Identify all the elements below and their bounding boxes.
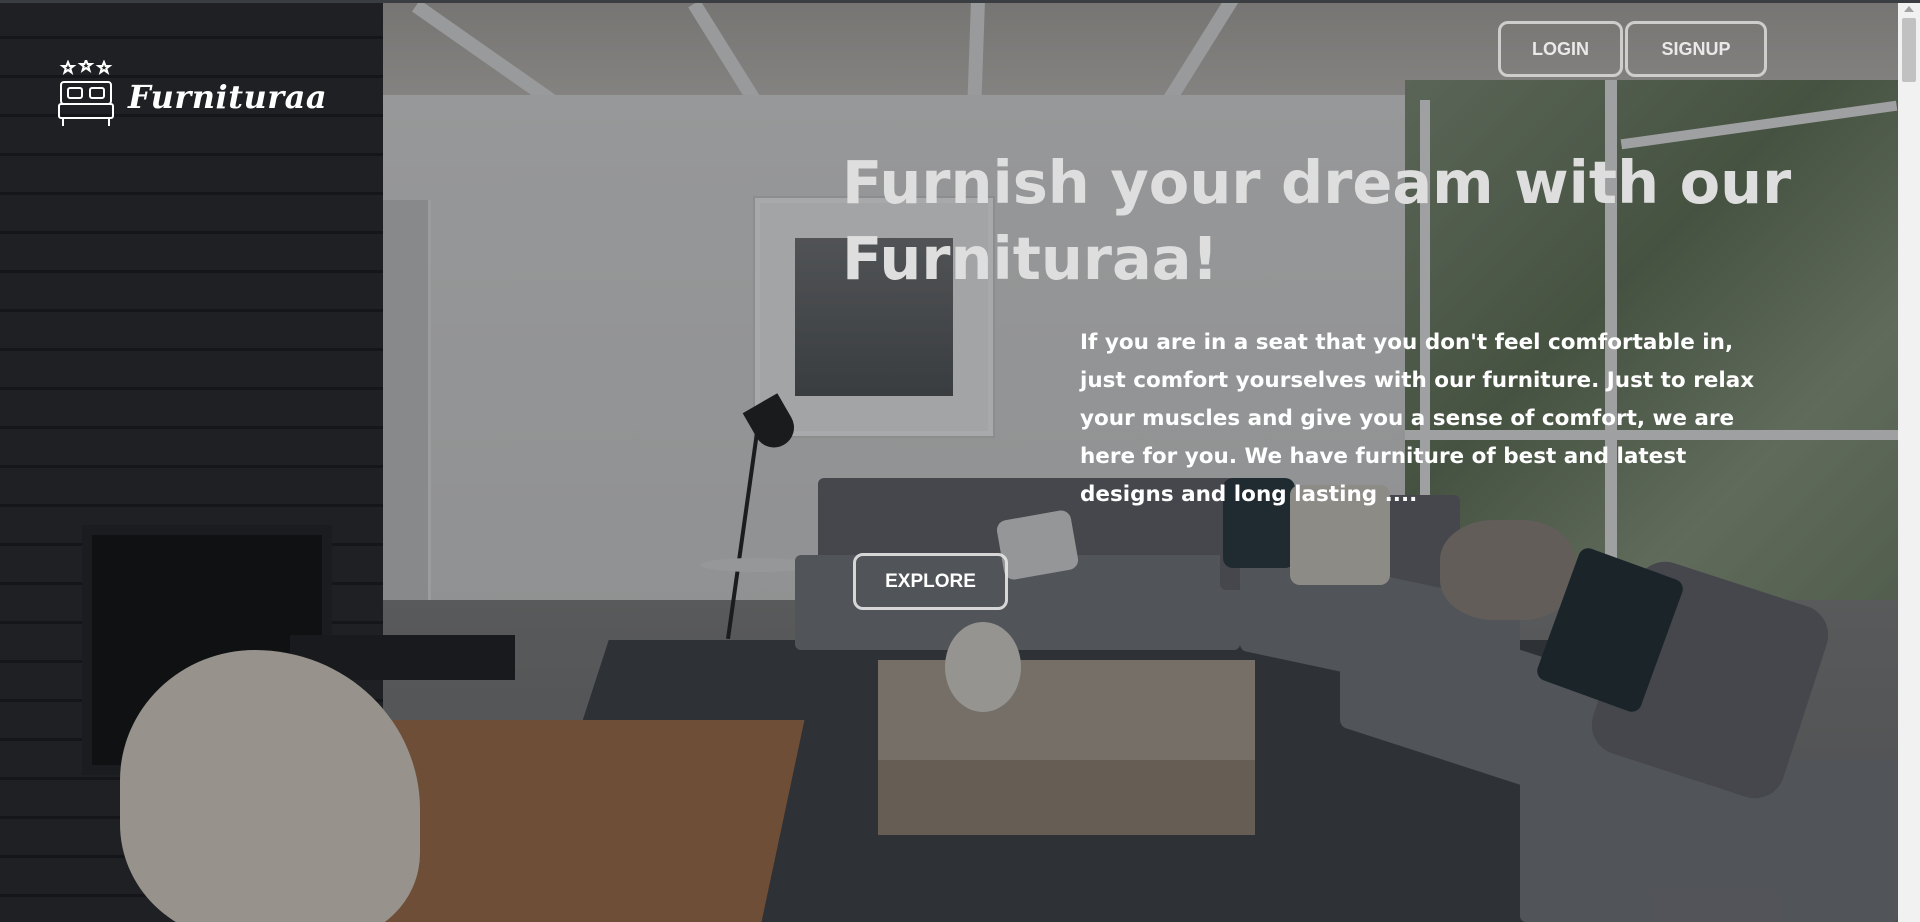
window-top-border [0, 0, 1920, 3]
brand-name: Furnituraa [128, 78, 328, 116]
hero-description: If you are in a seat that you don't feel… [1080, 330, 1755, 507]
vertical-scrollbar[interactable] [1898, 0, 1920, 922]
hero-headline: Furnish your dream with our Furnituraa! [842, 148, 1792, 293]
signup-button[interactable]: SIGNUP [1625, 21, 1767, 77]
explore-button[interactable]: EXPLORE [853, 553, 1008, 610]
scroll-thumb[interactable] [1902, 18, 1916, 82]
brand-logo[interactable]: Furnituraa [58, 60, 327, 128]
scroll-up-arrow-icon[interactable] [1904, 6, 1914, 12]
bed-with-stars-icon [58, 60, 114, 126]
login-button[interactable]: LOGIN [1498, 21, 1623, 77]
